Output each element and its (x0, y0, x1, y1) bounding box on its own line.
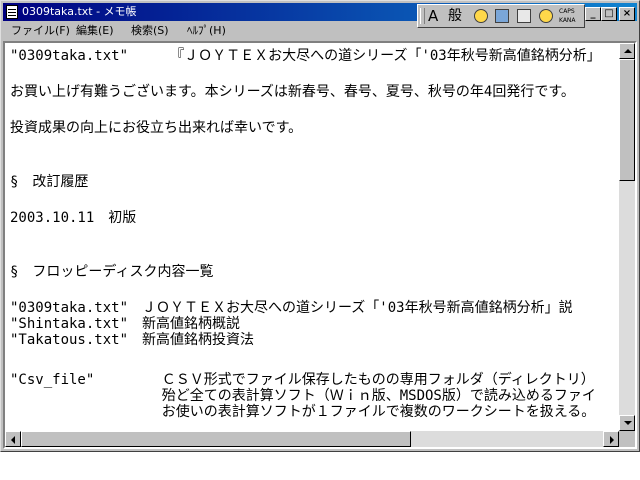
minimize-button[interactable]: _ (585, 7, 601, 21)
vertical-scroll-thumb[interactable] (619, 59, 635, 181)
menu-edit[interactable]: 編集(E) (76, 24, 114, 38)
ime-help-icon[interactable] (539, 9, 553, 23)
text-line: § フロッピーディスク内容一覧 (10, 264, 214, 280)
text-line: お買い上げ有難うございます。本シリーズは新春号、春号、夏号、秋号の年4回発行です… (10, 84, 575, 100)
scrollbar-corner (619, 431, 635, 447)
title-bar[interactable]: 0309taka.txt - メモ帳 A 般 CAPS KANA _ □ × (3, 3, 637, 28)
text-line: "Shintaka.txt" 新高値銘柄概説 (10, 316, 241, 332)
caps-label: CAPS (559, 8, 575, 15)
text-line: § 改訂履歴 (10, 174, 89, 190)
menu-help[interactable]: ﾍﾙﾌﾟ(H) (187, 24, 226, 38)
document-text[interactable]: "0309taka.txt" 『ＪＯＹＴＥＸお大尽への道シリーズ「'03年秋号新… (7, 45, 619, 431)
ime-tool-icon[interactable] (495, 9, 509, 23)
horizontal-scrollbar[interactable] (5, 431, 619, 447)
text-line: 投資成果の向上にお役立ち出来れば幸いです。 (10, 120, 303, 136)
arrow-left-icon (11, 436, 15, 444)
ime-dictionary-icon[interactable] (517, 9, 531, 23)
horizontal-scroll-thumb[interactable] (21, 431, 411, 447)
scroll-up-button[interactable] (619, 43, 635, 59)
text-line: "Csv_file" ＣＳＶ形式でファイル保存したものの専用フォルダ（ディレクト… (10, 372, 595, 388)
window-title: 0309taka.txt - メモ帳 (22, 5, 137, 18)
text-line: 殆ど全ての表計算ソフト（Ｗｉｎ版、MSDOS版）で読み込めるファイ (10, 388, 596, 404)
scroll-down-button[interactable] (619, 415, 635, 431)
menu-bar: ファイル(F) 編集(E) 検索(S) ﾍﾙﾌﾟ(H) (3, 22, 637, 40)
arrow-up-icon (624, 49, 632, 53)
scroll-left-button[interactable] (5, 431, 21, 447)
text-line: "0309taka.txt" ＪＯＹＴＥＸお大尽への道シリーズ「'03年秋号新高… (10, 300, 573, 316)
maximize-button[interactable]: □ (601, 7, 617, 21)
notepad-icon[interactable] (6, 5, 18, 19)
text-line: お使いの表計算ソフトが１ファイルで複数のワークシートを扱える。 (10, 404, 596, 420)
arrow-down-icon (624, 421, 632, 425)
menu-search[interactable]: 検索(S) (131, 24, 169, 38)
vertical-scrollbar[interactable] (619, 43, 635, 431)
text-line: "0309taka.txt" 『ＪＯＹＴＥＸお大尽への道シリーズ「'03年秋号新… (10, 48, 601, 64)
scroll-right-button[interactable] (603, 431, 619, 447)
text-editor[interactable]: "0309taka.txt" 『ＪＯＹＴＥＸお大尽への道シリーズ「'03年秋号新… (3, 41, 637, 449)
ime-pad-icon[interactable] (474, 9, 488, 23)
close-button[interactable]: × (619, 7, 635, 21)
text-line: "Takatous.txt" 新高値銘柄投資法 (10, 332, 255, 348)
arrow-right-icon (610, 436, 614, 444)
menu-file[interactable]: ファイル(F) (11, 24, 70, 38)
notepad-window: 0309taka.txt - メモ帳 A 般 CAPS KANA _ □ × フ… (0, 0, 640, 452)
text-line: 2003.10.11 初版 (10, 210, 137, 226)
